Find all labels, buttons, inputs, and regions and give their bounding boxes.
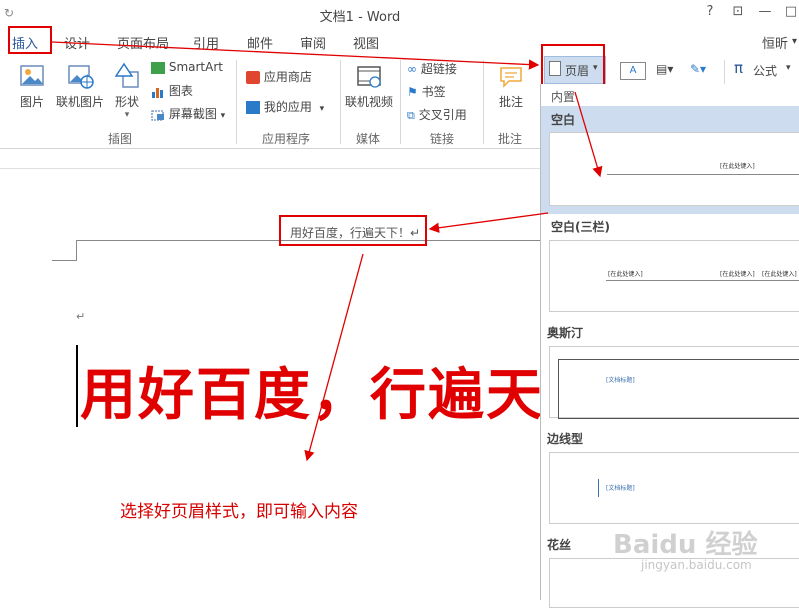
annotation-arrows	[51, 41, 603, 462]
arrow-to-header-text	[428, 212, 549, 233]
arrow-to-annotation	[304, 253, 364, 462]
arrow-tab-to-header-button	[51, 41, 540, 70]
arrow-to-gallery-item	[574, 91, 603, 178]
